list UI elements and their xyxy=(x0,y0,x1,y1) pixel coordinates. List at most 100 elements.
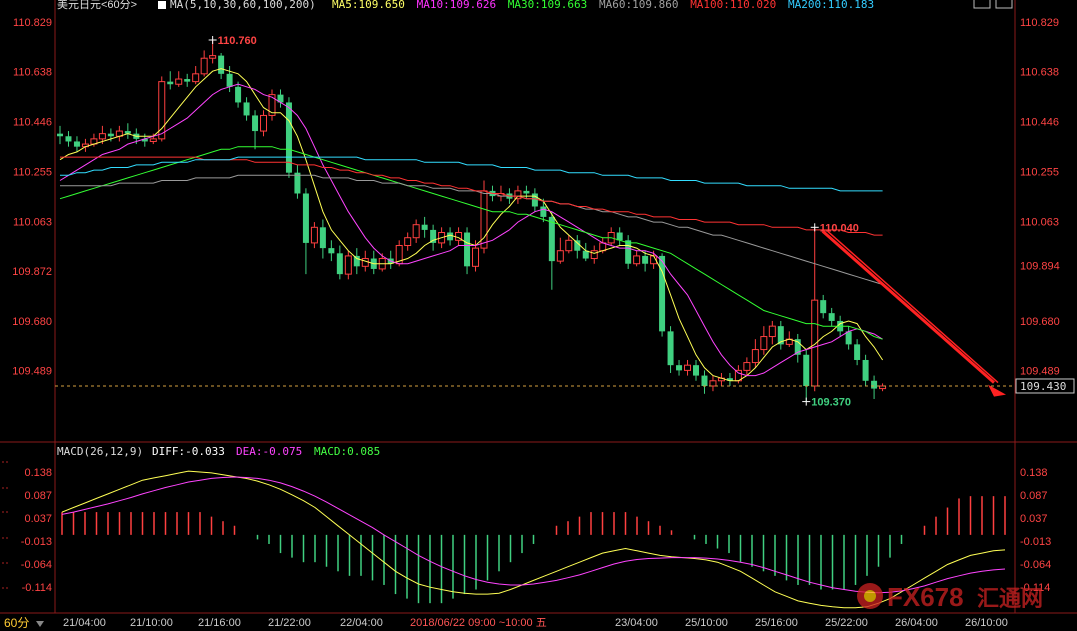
macd-tick-right-2: 0.037 xyxy=(1020,513,1048,525)
candle-body-17 xyxy=(200,57,208,75)
candle-body-20 xyxy=(226,73,233,87)
candle-body-0 xyxy=(57,133,63,137)
macd-tick-right-0: 0.138 xyxy=(1020,467,1048,479)
annotation-label-2: 109.370 xyxy=(811,397,851,409)
price-tick-right-0: 110.829 xyxy=(1020,17,1059,29)
price-tick-right-6: 109.680 xyxy=(1020,316,1060,328)
symbol-title: 美元日元<60分> xyxy=(57,0,137,11)
candle-body-43 xyxy=(421,224,428,230)
forex-chart[interactable]: 110.760110.040109.370 110.829110.638110.… xyxy=(0,0,1077,631)
candle-body-22 xyxy=(243,102,250,116)
macd-tick-left-0: 0.138 xyxy=(24,467,52,479)
candle-body-23 xyxy=(252,115,259,132)
candle-body-55 xyxy=(523,190,530,194)
candle-body-56 xyxy=(531,193,538,207)
macd-diff-value: DIFF:-0.033 xyxy=(152,445,225,458)
macd-tick-left-1: 0.087 xyxy=(24,490,52,502)
candle-body-1 xyxy=(65,136,72,142)
price-tick-right-5: 109.894 xyxy=(1020,260,1060,272)
candle-body-83 xyxy=(760,336,768,351)
price-tick-left-5: 109.872 xyxy=(12,266,52,278)
annotation-label-0: 110.760 xyxy=(218,35,257,47)
macd-label: MACD(26,12,9) xyxy=(57,445,143,458)
candle-body-75 xyxy=(693,365,699,376)
price-tick-right-3: 110.255 xyxy=(1020,166,1059,178)
current-price-label: 109.430 xyxy=(1020,380,1066,393)
ma-value-2: MA30:109.663 xyxy=(508,0,587,11)
candle-body-30 xyxy=(310,226,318,244)
candle-body-11 xyxy=(149,138,157,142)
macd-tick-right-4: -0.064 xyxy=(1020,559,1051,571)
ma-value-1: MA10:109.626 xyxy=(417,0,496,11)
candle-body-69 xyxy=(642,255,649,264)
x-tick-2: 21/16:00 xyxy=(198,617,241,629)
price-tick-right-4: 110.063 xyxy=(1020,216,1059,228)
candle-body-74 xyxy=(684,364,692,371)
candle-body-16 xyxy=(192,73,200,83)
price-tick-right-7: 109.489 xyxy=(1020,366,1060,378)
candle-body-84 xyxy=(768,325,776,338)
macd-histogram-value: MACD:0.085 xyxy=(314,445,380,458)
candle-body-35 xyxy=(353,255,360,267)
period-label[interactable]: 60分 xyxy=(4,616,29,630)
candle-body-76 xyxy=(701,375,708,386)
candle-body-14 xyxy=(175,78,183,85)
candle-body-36 xyxy=(361,258,369,267)
price-tick-right-1: 110.638 xyxy=(1020,67,1059,79)
candle-body-73 xyxy=(676,365,683,371)
macd-tick-left-5: -0.114 xyxy=(22,582,52,594)
candle-body-44 xyxy=(430,229,437,243)
candle-body-13 xyxy=(167,81,174,85)
candle-body-32 xyxy=(328,248,335,254)
ma-legend-icon xyxy=(158,1,166,9)
candle-body-59 xyxy=(556,250,564,262)
candle-body-67 xyxy=(625,240,632,264)
x-tick-3: 21/22:00 xyxy=(268,617,311,629)
macd-tick-left-4: -0.064 xyxy=(21,559,52,571)
x-tick-4: 22/04:00 xyxy=(340,617,383,629)
candle-body-61 xyxy=(574,240,581,251)
candle-body-91 xyxy=(828,313,835,321)
fx678-logo-icon xyxy=(857,583,883,609)
candle-body-54 xyxy=(514,190,522,200)
candle-body-46 xyxy=(447,232,454,241)
x-tick-6: 23/04:00 xyxy=(615,617,658,629)
candle-body-90 xyxy=(820,300,827,314)
candle-body-81 xyxy=(743,362,751,371)
price-tick-left-0: 110.829 xyxy=(13,17,52,29)
candle-body-72 xyxy=(667,331,674,366)
candle-body-94 xyxy=(854,344,861,360)
ma-value-5: MA200:110.183 xyxy=(788,0,874,11)
price-tick-left-6: 109.680 xyxy=(12,316,52,328)
ma-value-4: MA100:110.020 xyxy=(690,0,776,11)
candle-body-58 xyxy=(548,216,555,262)
candle-body-21 xyxy=(235,86,242,103)
candle-body-60 xyxy=(565,239,573,252)
candle-body-33 xyxy=(336,253,343,275)
candle-body-24 xyxy=(260,114,268,132)
candle-body-31 xyxy=(319,227,326,249)
macd-tick-right-3: -0.013 xyxy=(1020,536,1051,548)
candle-body-63 xyxy=(590,250,598,260)
price-tick-right-2: 110.446 xyxy=(1020,117,1059,129)
candle-body-29 xyxy=(302,193,309,243)
price-tick-left-3: 110.255 xyxy=(13,166,52,178)
macd-tick-left-2: 0.037 xyxy=(24,513,52,525)
price-tick-left-1: 110.638 xyxy=(13,67,52,79)
x-tick-10: 26/04:00 xyxy=(895,617,938,629)
candle-body-34 xyxy=(344,255,352,275)
candle-body-18 xyxy=(209,55,217,59)
candle-body-62 xyxy=(582,250,589,259)
candle-body-41 xyxy=(404,237,412,247)
candle-body-96 xyxy=(871,380,878,389)
price-tick-left-2: 110.446 xyxy=(13,117,52,129)
watermark-brand: FX678 xyxy=(887,582,964,612)
candle-body-68 xyxy=(633,255,641,265)
candle-body-93 xyxy=(845,331,852,345)
x-tick-1: 21/10:00 xyxy=(130,617,173,629)
ma-value-3: MA60:109.860 xyxy=(599,0,678,11)
candle-body-28 xyxy=(294,172,301,194)
x-tick-0: 21/04:00 xyxy=(63,617,106,629)
ma-label: MA(5,10,30,60,100,200) xyxy=(170,0,316,11)
candle-body-77 xyxy=(709,380,717,387)
